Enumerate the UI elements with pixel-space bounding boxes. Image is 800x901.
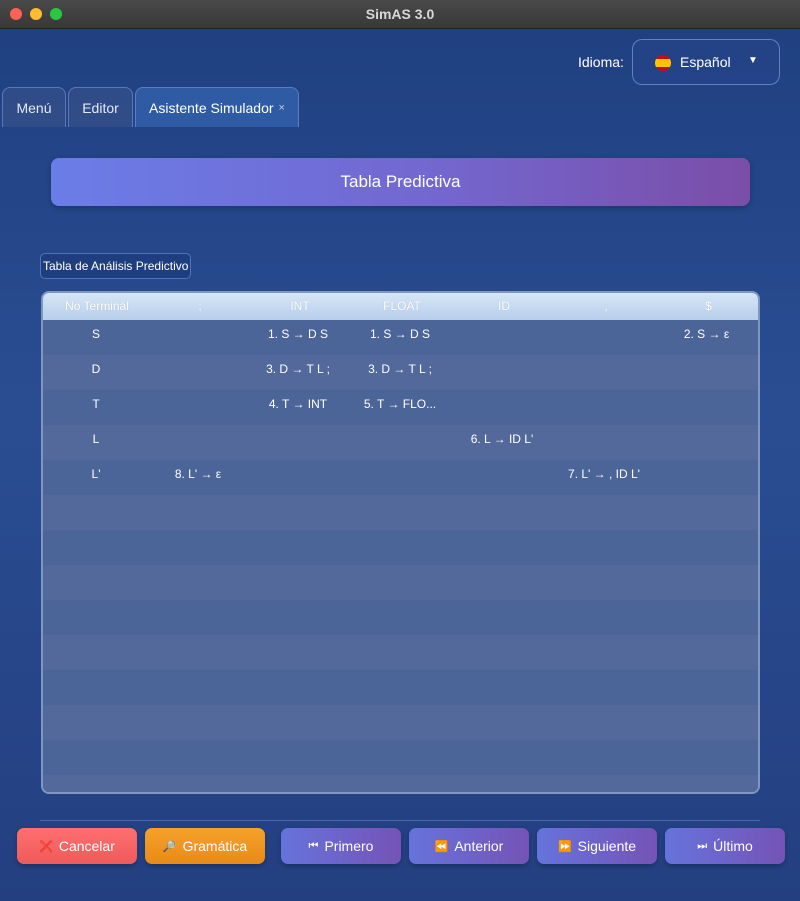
table-cell: L' bbox=[91, 467, 101, 481]
table-cell: 1. S → D S bbox=[369, 327, 431, 341]
next-button[interactable]: ⏩ Siguiente bbox=[537, 828, 657, 864]
column-header: ID bbox=[498, 299, 510, 313]
table-row-empty bbox=[43, 705, 758, 740]
table-row-empty bbox=[43, 565, 758, 600]
cancel-button[interactable]: ❌ Cancelar bbox=[17, 828, 137, 864]
table-cell: T bbox=[92, 397, 100, 411]
table-header: No Terminal ; INT FLOAT ID , $ bbox=[43, 293, 758, 320]
previous-label: Anterior bbox=[454, 838, 504, 854]
table-cell bbox=[553, 390, 655, 425]
column-header: , bbox=[604, 299, 608, 313]
language-label: Idioma: bbox=[578, 54, 624, 70]
table-cell bbox=[655, 460, 758, 495]
footer-divider bbox=[40, 820, 760, 821]
table-row[interactable]: L' 8. L' → ε 7. L' → , ID L' bbox=[43, 460, 758, 495]
table-body: S 1. S → D S 1. S → D S 2. S → ε D 3. D … bbox=[43, 320, 758, 792]
window-title: SimAS 3.0 bbox=[365, 6, 435, 22]
x-mark-icon: ❌ bbox=[39, 840, 53, 853]
table-cell: 6. L → ID L' bbox=[470, 432, 534, 446]
previous-button[interactable]: ⏪ Anterior bbox=[409, 828, 529, 864]
last-button[interactable]: ⏭ Último bbox=[665, 828, 785, 864]
chevron-down-icon: ▼ bbox=[748, 55, 758, 66]
table-cell bbox=[149, 425, 247, 460]
page-title: Tabla Predictiva bbox=[51, 158, 750, 206]
table-cell bbox=[247, 425, 349, 460]
table-cell bbox=[553, 320, 655, 355]
table-cell bbox=[349, 425, 451, 460]
tab-menu[interactable]: Menú bbox=[2, 87, 66, 127]
table-cell bbox=[553, 425, 655, 460]
column-header: INT bbox=[290, 299, 310, 313]
spain-flag-icon bbox=[655, 55, 671, 71]
first-button[interactable]: ⏮ Primero bbox=[281, 828, 401, 864]
table-row-empty bbox=[43, 495, 758, 530]
rewind-icon: ⏪ bbox=[434, 840, 449, 853]
title-bar: SimAS 3.0 bbox=[0, 0, 800, 29]
table-cell bbox=[655, 425, 758, 460]
table-cell bbox=[451, 320, 553, 355]
column-header: $ bbox=[705, 299, 712, 313]
column-header: FLOAT bbox=[383, 299, 421, 313]
table-cell bbox=[451, 390, 553, 425]
grammar-icon: 🔎 bbox=[162, 840, 177, 853]
table-cell: 3. D → T L ; bbox=[266, 362, 330, 376]
tab-editor[interactable]: Editor bbox=[68, 87, 133, 127]
skip-to-end-icon: ⏭ bbox=[697, 839, 708, 852]
table-cell bbox=[349, 460, 451, 495]
next-label: Siguiente bbox=[577, 838, 637, 854]
table-row-empty bbox=[43, 530, 758, 565]
table-cell bbox=[655, 390, 758, 425]
tab-asistente-simulador[interactable]: Asistente Simulador × bbox=[135, 87, 299, 127]
column-header: ; bbox=[198, 299, 202, 313]
language-value: Español bbox=[680, 54, 731, 70]
table-cell: S bbox=[91, 327, 100, 341]
table-row-empty bbox=[43, 740, 758, 775]
tab-asistente-label: Asistente Simulador bbox=[149, 99, 274, 116]
table-cell bbox=[149, 320, 247, 355]
table-cell: 4. T → INT bbox=[268, 397, 328, 411]
table-row-empty bbox=[43, 600, 758, 635]
table-cell bbox=[451, 355, 553, 390]
table-cell bbox=[247, 460, 349, 495]
table-cell bbox=[553, 355, 655, 390]
table-row-empty bbox=[43, 635, 758, 670]
column-header: No Terminal bbox=[65, 299, 129, 313]
table-cell: 7. L' → , ID L' bbox=[568, 467, 640, 481]
skip-to-start-icon: ⏮ bbox=[308, 839, 319, 852]
table-row[interactable]: L 6. L → ID L' bbox=[43, 425, 758, 460]
table-cell: L bbox=[92, 432, 100, 446]
cancel-label: Cancelar bbox=[58, 838, 115, 854]
table-cell: 2. S → ε bbox=[683, 327, 730, 341]
fast-forward-icon: ⏩ bbox=[557, 840, 572, 853]
grammar-label: Gramática bbox=[182, 838, 248, 854]
table-row[interactable]: S 1. S → D S 1. S → D S 2. S → ε bbox=[43, 320, 758, 355]
close-tab-icon[interactable]: × bbox=[279, 102, 285, 114]
table-cell bbox=[149, 355, 247, 390]
language-select[interactable]: Español ▼ bbox=[632, 39, 780, 85]
table-cell: 1. S → D S bbox=[267, 327, 329, 341]
section-label: Tabla de Análisis Predictivo bbox=[40, 253, 192, 279]
predictive-table: No Terminal ; INT FLOAT ID , $ S 1. S → … bbox=[41, 291, 760, 794]
table-cell bbox=[149, 390, 247, 425]
tab-editor-label: Editor bbox=[82, 99, 119, 116]
table-row-empty bbox=[43, 670, 758, 705]
table-cell: 3. D → T L ; bbox=[368, 362, 432, 376]
table-cell: D bbox=[91, 362, 101, 376]
app-window: SimAS 3.0 Idioma: Español ▼ Menú Editor … bbox=[0, 0, 800, 901]
table-cell bbox=[655, 355, 758, 390]
table-row-empty bbox=[43, 775, 758, 792]
table-row[interactable]: D 3. D → T L ; 3. D → T L ; bbox=[43, 355, 758, 390]
table-cell: 5. T → FLO... bbox=[363, 397, 437, 411]
table-cell bbox=[451, 460, 553, 495]
grammar-button[interactable]: 🔎 Gramática bbox=[145, 828, 265, 864]
last-label: Último bbox=[713, 838, 753, 854]
table-cell: 8. L' → ε bbox=[174, 467, 222, 481]
first-label: Primero bbox=[324, 838, 374, 854]
table-row[interactable]: T 4. T → INT 5. T → FLO... bbox=[43, 390, 758, 425]
tab-menu-label: Menú bbox=[16, 99, 52, 116]
